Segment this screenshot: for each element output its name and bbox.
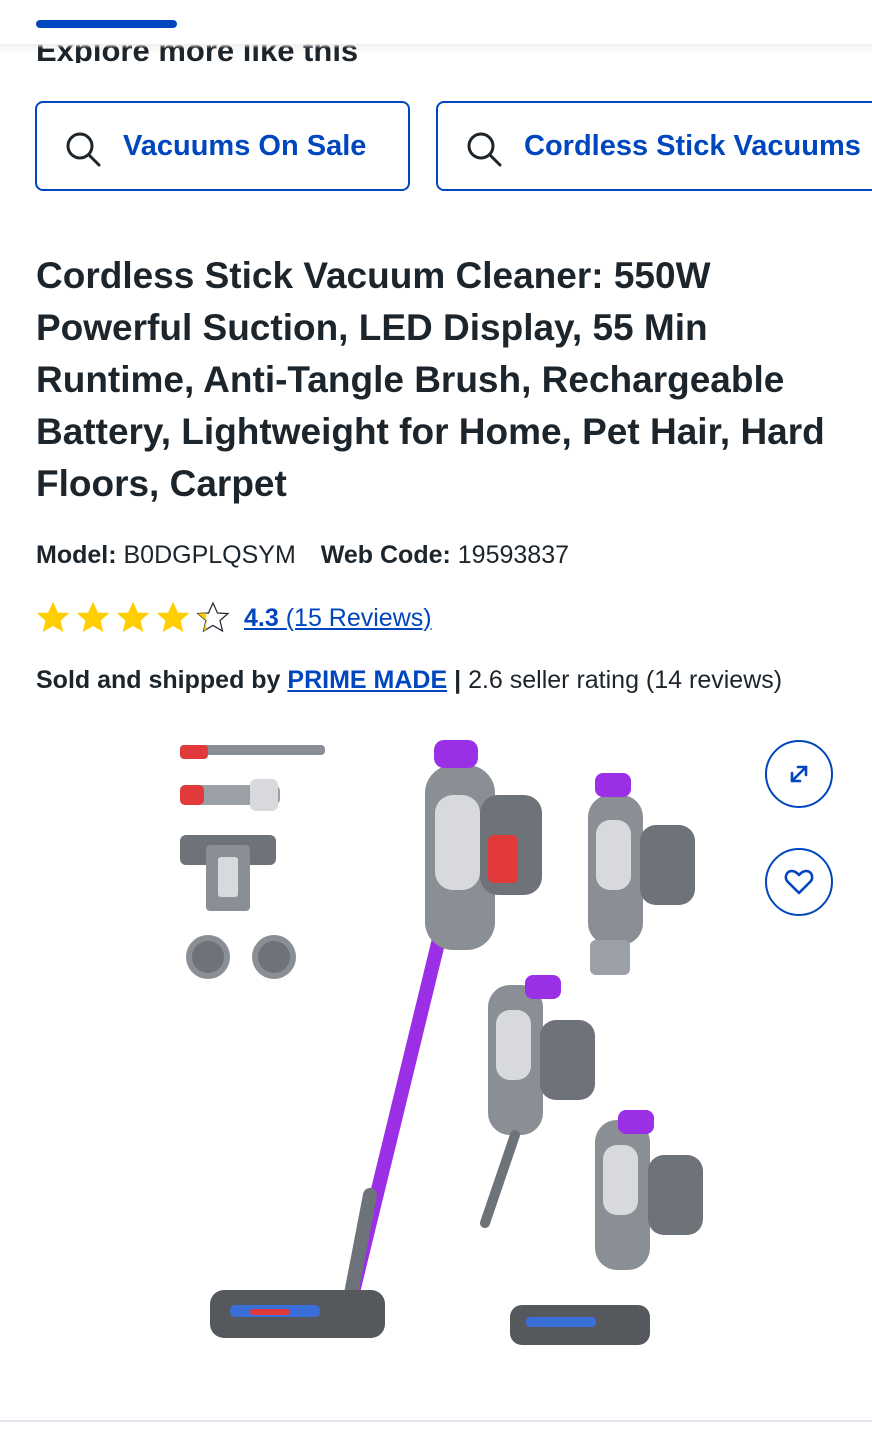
model-value: B0DGPLQSYM xyxy=(123,541,296,569)
search-icon xyxy=(467,132,502,167)
accessory-filters xyxy=(186,935,296,979)
vacuum-variant-floor xyxy=(510,1110,703,1345)
header-shadow xyxy=(0,44,872,54)
product-rating[interactable]: 4.3 (15 Reviews) xyxy=(36,598,432,638)
star-icon xyxy=(116,601,150,633)
star-icon xyxy=(156,601,190,633)
chip-vacuums-on-sale[interactable]: Vacuums On Sale xyxy=(35,101,410,191)
explore-chips-carousel[interactable]: Vacuums On Sale Cordless Stick Vacuums xyxy=(0,100,872,196)
accessory-crevice-tool xyxy=(180,745,325,759)
section-divider xyxy=(0,1420,872,1422)
chip-label: Vacuums On Sale xyxy=(123,130,367,162)
product-image[interactable] xyxy=(170,735,730,1375)
star-icon xyxy=(196,601,230,633)
star-icon xyxy=(36,601,70,633)
seller-info: Sold and shipped by PRIME MADE | 2.6 sel… xyxy=(36,662,782,698)
scroll-indicator xyxy=(36,20,177,28)
vacuum-variant-handheld-brush xyxy=(588,773,695,975)
star-icon xyxy=(76,601,110,633)
model-label: Model: xyxy=(36,541,117,569)
seller-separator: | xyxy=(454,666,462,694)
rating-stars xyxy=(36,601,236,635)
seller-link[interactable]: PRIME MADE xyxy=(287,666,447,694)
expand-image-button[interactable] xyxy=(765,740,833,808)
product-identifiers: Model: B0DGPLQSYM Web Code: 19593837 xyxy=(36,538,569,572)
seller-rating: 2.6 seller rating (14 reviews) xyxy=(468,666,783,694)
seller-prefix: Sold and shipped by xyxy=(36,666,281,694)
vacuum-variant-crevice xyxy=(480,975,595,1228)
reviews-count: (15 Reviews) xyxy=(285,603,432,632)
search-icon xyxy=(66,132,101,167)
webcode-value: 19593837 xyxy=(457,541,570,569)
save-to-favorites-button[interactable] xyxy=(765,848,833,916)
chip-label: Cordless Stick Vacuums xyxy=(524,130,861,162)
expand-icon xyxy=(790,765,808,783)
rating-score: 4.3 xyxy=(244,603,279,632)
reviews-link[interactable]: 4.3 (15 Reviews) xyxy=(244,604,432,633)
heart-icon xyxy=(784,869,814,895)
accessory-wall-mount xyxy=(180,835,276,911)
chip-cordless-stick-vacuums[interactable]: Cordless Stick Vacuums xyxy=(436,101,872,191)
product-title: Cordless Stick Vacuum Cleaner: 550W Powe… xyxy=(36,255,825,504)
webcode-label: Web Code: xyxy=(320,541,451,569)
accessory-brush-tool xyxy=(180,779,280,811)
